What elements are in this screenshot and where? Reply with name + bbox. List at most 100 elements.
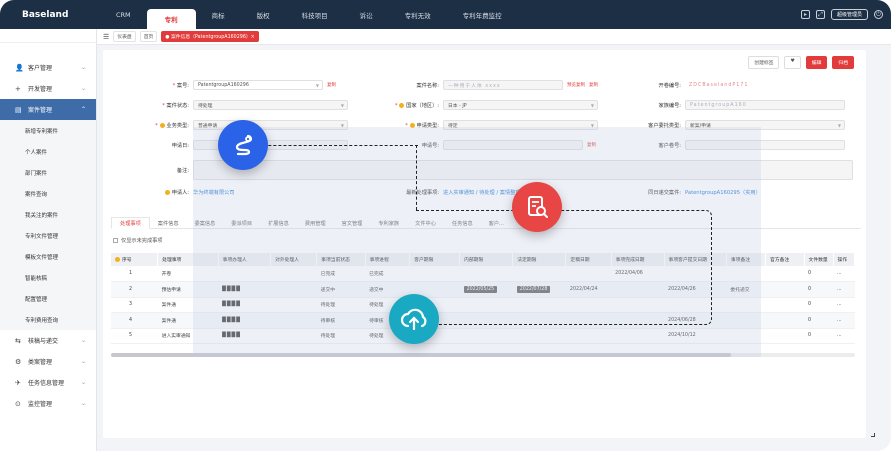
warning-icon xyxy=(164,190,170,195)
cell-files[interactable]: 0 xyxy=(804,281,833,298)
cell-files[interactable]: 0 xyxy=(804,312,833,329)
edit-button[interactable]: 编辑 xyxy=(805,56,828,69)
sidebar-subitem[interactable]: 专利费用查询 xyxy=(0,309,96,330)
favorite-button[interactable]: ♥ xyxy=(784,56,801,69)
cell-no: 5 xyxy=(111,328,158,344)
row-menu-button[interactable]: ... xyxy=(833,297,855,313)
cell-files[interactable]: 0 xyxy=(804,297,833,313)
country-select[interactable]: 日本 - JP ▼ xyxy=(443,100,598,110)
action-toolbar: 创建标签 ♥ 编辑 归档 xyxy=(748,56,854,69)
resize-corner-icon xyxy=(871,433,875,437)
field-value: 日本 - JP xyxy=(448,103,467,109)
chevron-down-icon: ⌄ xyxy=(80,358,86,365)
tab-copyright[interactable]: 版权 xyxy=(241,0,286,29)
row-menu-button[interactable]: ... xyxy=(833,312,855,329)
tab-tech-project[interactable]: 科技项目 xyxy=(286,0,344,29)
cloud-upload-glyph xyxy=(400,308,427,331)
connector-line xyxy=(416,145,417,210)
warning-icon xyxy=(159,122,165,128)
sidebar-subitem[interactable]: 案件查询 xyxy=(0,183,96,204)
sidebar-item-case[interactable]: ▤ 案件管理 ⌃ xyxy=(0,99,96,120)
cell-official xyxy=(765,328,805,344)
unfinished-only-checkbox[interactable]: 仅显示未完成事项 xyxy=(113,237,163,244)
breadcrumb-dashboard[interactable]: 仪表盘 xyxy=(113,31,136,42)
cell-official xyxy=(765,266,805,282)
field-value: PatentgroupA160296 xyxy=(198,82,249,88)
sidebar-subitem[interactable]: 智能核稿 xyxy=(0,267,96,288)
sidebar-item-develop[interactable]: + 开发管理 ⌄ xyxy=(0,78,96,99)
field-label: 开卷编号: xyxy=(658,82,682,89)
sidebar-item-label: 核稿与递交 xyxy=(28,338,59,345)
sidebar-item-label: 案件管理 xyxy=(28,107,53,114)
tab-trademark[interactable]: 商标 xyxy=(196,0,241,29)
warning-icon xyxy=(115,257,120,262)
preview-link[interactable]: 预览复制 xyxy=(567,82,585,88)
row-menu-button[interactable]: ... xyxy=(833,328,855,344)
chevron-up-icon: ⌃ xyxy=(80,106,86,113)
cell-no: 2 xyxy=(111,281,158,298)
sidebar-item-similar[interactable]: ⚙ 类案管理 ⌄ xyxy=(0,351,96,372)
chevron-down-icon: ▼ xyxy=(315,82,319,88)
power-icon[interactable]: ⏻ xyxy=(874,10,883,19)
sidebar-subitem[interactable]: 专利文件管理 xyxy=(0,225,96,246)
field-open-no: 开卷编号: ZDCBaselandP171 xyxy=(623,80,845,90)
field-status: * 案件状态: 待处理 ▼ xyxy=(103,100,348,110)
tab-annuity-monitor[interactable]: 专利年费监控 xyxy=(447,0,518,29)
cell-files[interactable]: 0 xyxy=(804,266,833,282)
connector-line xyxy=(243,145,418,146)
row-menu-button[interactable]: ... xyxy=(833,266,855,282)
sidebar-item-label: 开发管理 xyxy=(28,86,53,93)
sidebar-item-customer[interactable]: 👤 客户管理 ⌄ xyxy=(0,57,96,78)
field-label: 案件状态: xyxy=(166,102,190,109)
sidebar-item-task[interactable]: ✈ 任务信息管理 ⌄ xyxy=(0,372,96,393)
column-header[interactable]: 官方备注 xyxy=(765,253,805,266)
sidebar-item-monitor[interactable]: ⊙ 监控管理 ⌄ xyxy=(0,393,96,414)
field-country: * 国家（地区）: 日本 - JP ▼ xyxy=(373,100,598,110)
menu-toggle-icon[interactable]: ☰ xyxy=(103,33,109,41)
breadcrumb-home[interactable]: 首页 xyxy=(139,31,158,42)
cell-no: 4 xyxy=(111,312,158,329)
sidebar-subitem[interactable]: 配置管理 xyxy=(0,288,96,309)
screen-icon[interactable]: ▸ xyxy=(800,10,810,19)
breadcrumb-current-tab[interactable]: ● 案件信息（PatentgroupA160296）× xyxy=(161,31,259,42)
case-name-input[interactable]: 一种用于人体 xxxx xyxy=(443,80,563,90)
top-tabs: CRM 专利 商标 版权 科技项目 诉讼 专利无效 专利年费监控 xyxy=(100,0,518,29)
tab-case-info[interactable]: 案件信息 xyxy=(150,217,187,229)
sidebar-subitem[interactable]: 部门案件 xyxy=(0,162,96,183)
document-search-icon xyxy=(512,182,562,232)
user-button[interactable]: 超级管理员 xyxy=(830,9,868,20)
checkbox-label: 仅显示未完成事项 xyxy=(121,238,163,244)
document-search-glyph xyxy=(528,196,548,218)
column-header[interactable]: 文件数量 xyxy=(804,253,834,266)
cell-official xyxy=(765,312,805,329)
chevron-down-icon: ⌄ xyxy=(80,64,86,71)
row-menu-button[interactable]: ... xyxy=(833,281,855,298)
tab-patent-invalid[interactable]: 专利无效 xyxy=(389,0,447,29)
sidebar-subitem[interactable]: 模板文件管理 xyxy=(0,246,96,267)
status-select[interactable]: 待处理 ▼ xyxy=(193,100,348,110)
sidebar-subitem[interactable]: 新增专利案件 xyxy=(0,120,96,141)
field-value: 待处理 xyxy=(198,103,213,109)
sidebar-subitem[interactable]: 个人案件 xyxy=(0,141,96,162)
checkbox-box[interactable] xyxy=(113,238,118,243)
column-header[interactable]: 操作 xyxy=(833,253,855,266)
field-label: 申请人: xyxy=(171,190,189,196)
create-tag-button[interactable]: 创建标签 xyxy=(748,56,780,69)
family-no-input[interactable]: PatentgroupA160 xyxy=(685,100,845,110)
tab-patent[interactable]: 专利 xyxy=(146,9,196,29)
connector-line xyxy=(416,210,712,325)
field-case-name: 案件名称: 一种用于人体 xxxx 预览复制 复制 xyxy=(373,80,598,90)
tab-crm[interactable]: CRM xyxy=(100,0,147,29)
tab-litigation[interactable]: 诉讼 xyxy=(344,0,389,29)
fullscreen-icon[interactable]: ⤢ xyxy=(815,10,825,19)
case-no-input[interactable]: PatentgroupA160296 ▼ xyxy=(193,80,323,90)
tab-tasks[interactable]: 处理事项 xyxy=(111,217,150,229)
cell-files[interactable]: 0 xyxy=(804,328,833,344)
sidebar-item-review[interactable]: ⇆ 核稿与递交 ⌄ xyxy=(0,330,96,351)
copy-link[interactable]: 复制 xyxy=(327,82,336,88)
sidebar-subitem[interactable]: 我关注的案件 xyxy=(0,204,96,225)
copy-link[interactable]: 复制 xyxy=(589,82,598,88)
column-header[interactable]: 序号 xyxy=(122,258,132,263)
cell-no: 1 xyxy=(111,266,158,282)
archive-button[interactable]: 归档 xyxy=(832,56,854,69)
